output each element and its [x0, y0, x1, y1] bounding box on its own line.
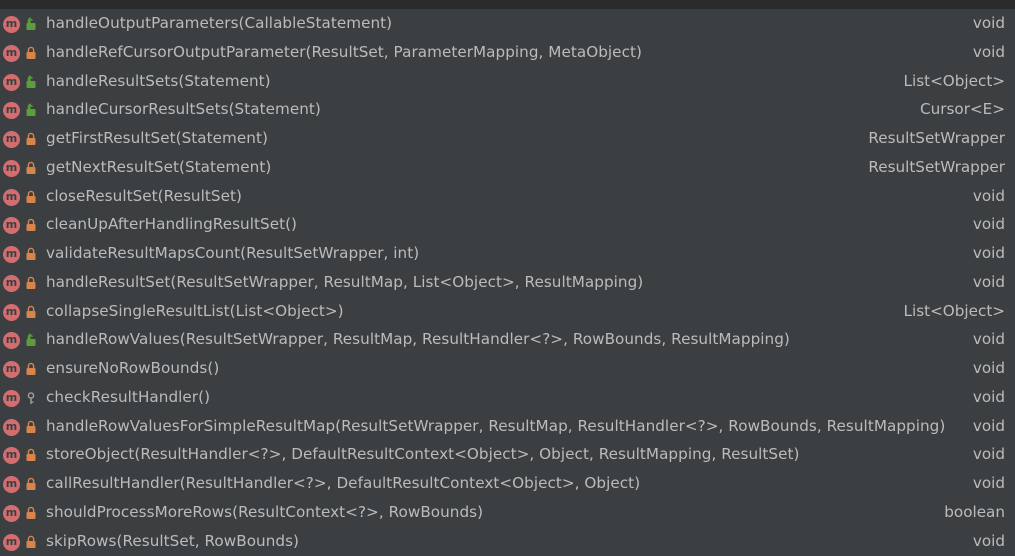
method-icon: m [3, 73, 20, 91]
method-icon: m [3, 476, 20, 493]
method-icon: m [3, 217, 20, 235]
method-icon: m [3, 389, 20, 407]
method-icon: m [3, 131, 20, 148]
method-signature: handleOutputParameters(CallableStatement… [46, 14, 393, 32]
method-return-type: void [972, 272, 1005, 291]
method-return-type: void [972, 416, 1005, 435]
lock-icon [25, 132, 37, 146]
method-icon: m [3, 44, 20, 62]
method-row-14[interactable]: m handleRowValuesForSimpleResultMap(Resu… [0, 412, 1015, 441]
method-row-18[interactable]: m skipRows(ResultSet, RowBounds) void [0, 527, 1015, 556]
method-signature: ensureNoRowBounds() [46, 359, 220, 377]
method-return-type: void [972, 474, 1005, 492]
method-row-1[interactable]: m handleRefCursorOutputParameter(ResultS… [0, 38, 1015, 67]
method-signature: closeResultSet(ResultSet) [46, 186, 242, 205]
unlocked-icon [25, 17, 37, 31]
method-signature: handleResultSets(Statement) [46, 71, 271, 90]
lock-icon [25, 305, 37, 319]
lock-icon [25, 161, 37, 175]
method-signature: getNextResultSet(Statement) [46, 157, 272, 176]
method-return-type: ResultSetWrapper [868, 129, 1005, 147]
lock-icon [25, 218, 37, 232]
method-signature: skipRows(ResultSet, RowBounds) [46, 531, 300, 550]
method-icon: m [3, 533, 20, 551]
method-icon: m [3, 16, 20, 33]
method-icon: m [3, 361, 20, 378]
method-signature: cleanUpAfterHandlingResultSet() [46, 215, 298, 234]
method-signature: shouldProcessMoreRows(ResultContext<?>, … [46, 502, 484, 521]
method-return-type: void [972, 215, 1005, 234]
method-return-type: void [972, 359, 1005, 377]
method-row-3[interactable]: m handleCursorResultSets(Statement) Curs… [0, 95, 1015, 124]
method-row-16[interactable]: m callResultHandler(ResultHandler<?>, De… [0, 469, 1015, 498]
method-return-type: void [972, 531, 1005, 550]
method-return-type: void [972, 244, 1005, 262]
method-row-7[interactable]: m cleanUpAfterHandlingResultSet() void [0, 210, 1015, 239]
top-edge-bar [0, 0, 1015, 9]
method-signature: handleRefCursorOutputParameter(ResultSet… [46, 42, 642, 61]
package-icon [25, 391, 37, 405]
method-row-5[interactable]: m getNextResultSet(Statement) ResultSetW… [0, 153, 1015, 182]
method-return-type: List<Object> [903, 71, 1005, 90]
method-icon: m [3, 418, 20, 436]
method-return-type: void [972, 330, 1005, 349]
method-list: m handleOutputParameters(CallableStateme… [0, 9, 1015, 555]
lock-icon [25, 506, 37, 520]
method-signature: handleRowValuesForSimpleResultMap(Result… [46, 416, 946, 435]
lock-icon [25, 420, 37, 434]
method-row-9[interactable]: m handleResultSet(ResultSetWrapper, Resu… [0, 268, 1015, 297]
lock-icon [25, 535, 37, 549]
method-return-type: void [972, 186, 1005, 205]
lock-icon [25, 448, 37, 462]
method-icon: m [3, 102, 20, 120]
unlocked-icon [25, 103, 37, 117]
method-return-type: void [972, 387, 1005, 406]
method-row-11[interactable]: m handleRowValues(ResultSetWrapper, Resu… [0, 325, 1015, 354]
method-icon: m [3, 447, 20, 465]
method-signature: handleCursorResultSets(Statement) [46, 100, 321, 119]
method-icon: m [3, 274, 20, 292]
method-signature: validateResultMapsCount(ResultSetWrapper… [46, 244, 420, 262]
unlocked-icon [25, 75, 37, 89]
method-icon: m [3, 332, 20, 350]
lock-icon [25, 276, 37, 290]
method-row-0[interactable]: m handleOutputParameters(CallableStateme… [0, 9, 1015, 38]
method-signature: collapseSingleResultList(List<Object>) [46, 301, 344, 320]
method-return-type: void [972, 445, 1005, 464]
method-row-12[interactable]: m ensureNoRowBounds() void [0, 354, 1015, 383]
method-return-type: boolean [944, 502, 1005, 521]
method-signature: callResultHandler(ResultHandler<?>, Defa… [46, 474, 641, 492]
unlocked-icon [25, 333, 37, 347]
method-return-type: List<Object> [903, 301, 1005, 320]
method-row-15[interactable]: m storeObject(ResultHandler<?>, DefaultR… [0, 440, 1015, 469]
method-row-13[interactable]: m checkResultHandler() void [0, 383, 1015, 412]
lock-icon [25, 247, 37, 261]
method-signature: checkResultHandler() [46, 387, 211, 406]
method-row-2[interactable]: m handleResultSets(Statement) List<Objec… [0, 67, 1015, 96]
method-icon: m [3, 188, 20, 206]
lock-icon [25, 362, 37, 376]
method-signature: getFirstResultSet(Statement) [46, 129, 268, 147]
method-signature: handleRowValues(ResultSetWrapper, Result… [46, 330, 790, 349]
method-icon: m [3, 303, 20, 321]
method-return-type: void [972, 14, 1005, 32]
method-return-type: void [972, 42, 1005, 61]
method-icon: m [3, 159, 20, 177]
method-row-8[interactable]: m validateResultMapsCount(ResultSetWrapp… [0, 239, 1015, 268]
method-row-10[interactable]: m collapseSingleResultList(List<Object>)… [0, 297, 1015, 326]
method-icon: m [3, 246, 20, 263]
lock-icon [25, 477, 37, 491]
method-return-type: ResultSetWrapper [868, 157, 1005, 176]
method-return-type: Cursor<E> [920, 100, 1005, 119]
method-signature: storeObject(ResultHandler<?>, DefaultRes… [46, 445, 800, 464]
method-row-17[interactable]: m shouldProcessMoreRows(ResultContext<?>… [0, 498, 1015, 527]
lock-icon [25, 190, 37, 204]
lock-icon [25, 46, 37, 60]
method-row-4[interactable]: m getFirstResultSet(Statement) ResultSet… [0, 124, 1015, 153]
method-icon: m [3, 504, 20, 522]
method-row-6[interactable]: m closeResultSet(ResultSet) void [0, 182, 1015, 211]
method-signature: handleResultSet(ResultSetWrapper, Result… [46, 272, 644, 291]
